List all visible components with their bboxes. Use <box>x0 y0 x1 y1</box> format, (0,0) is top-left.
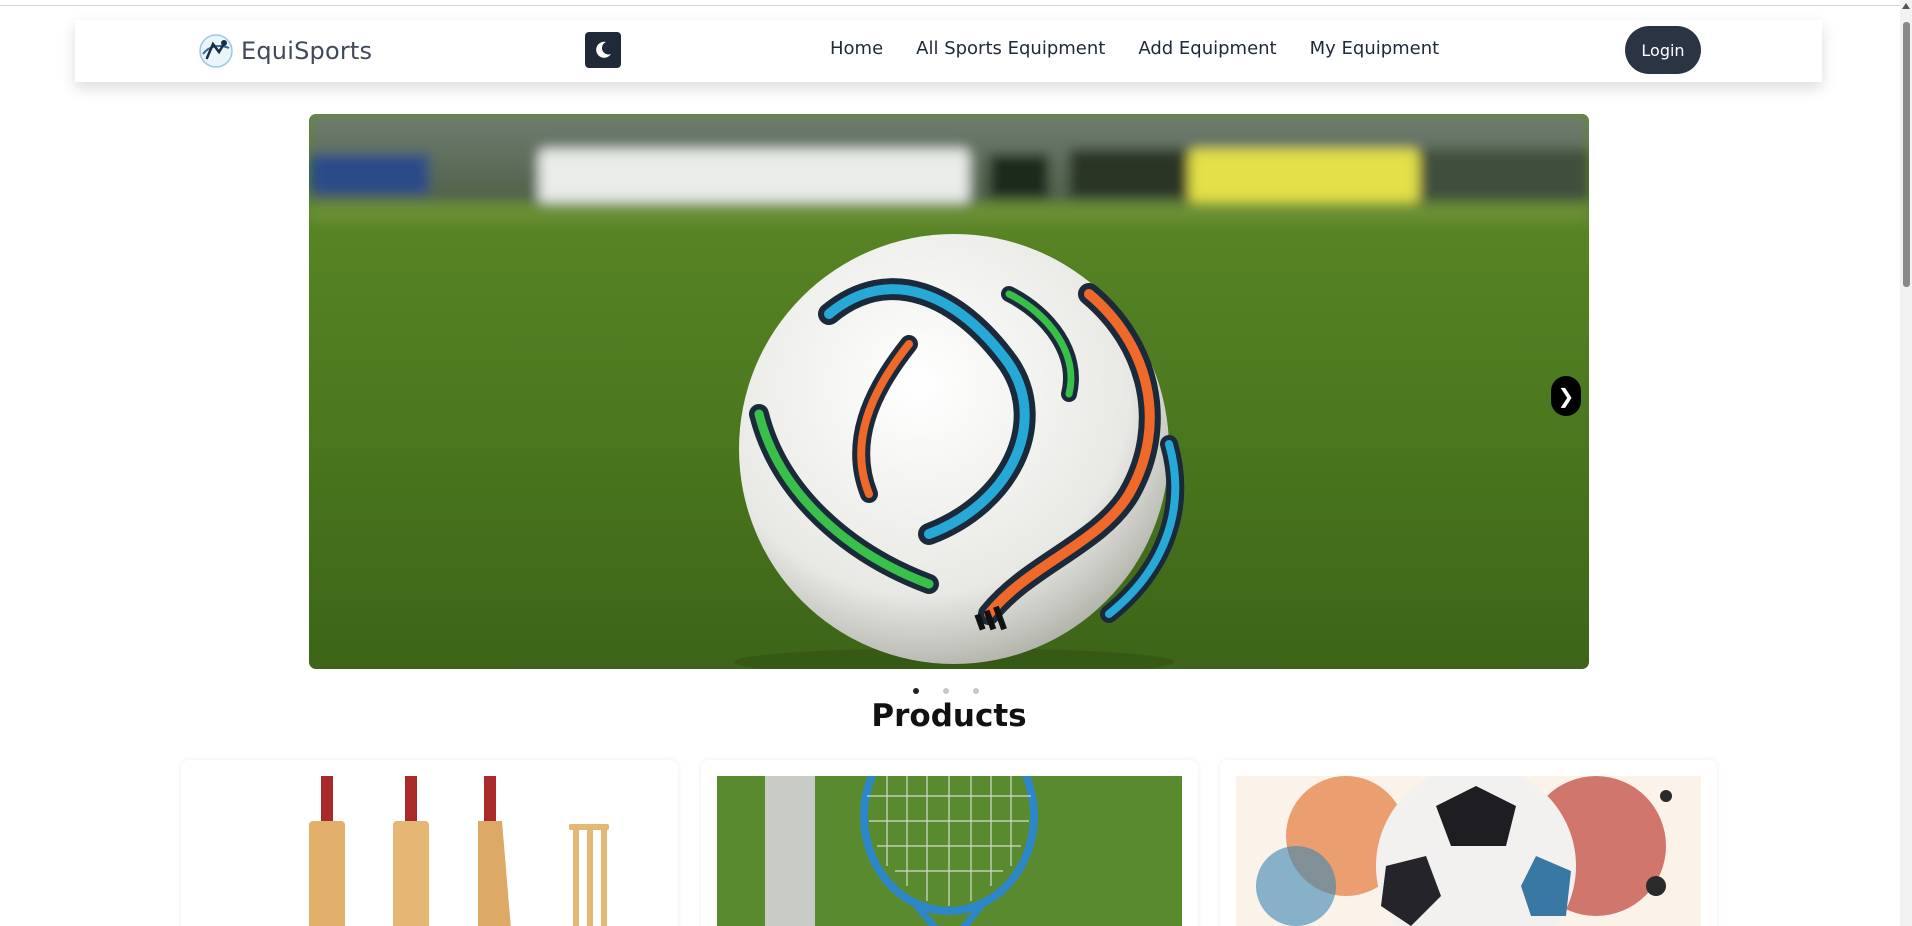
carousel-dot-1[interactable] <box>913 688 919 694</box>
carousel-dot-2[interactable] <box>943 688 949 694</box>
carousel-dot-3[interactable] <box>973 688 979 694</box>
login-button[interactable]: Login <box>1625 26 1701 74</box>
product-card-cricket[interactable] <box>181 760 678 926</box>
product-image-football <box>1236 776 1701 926</box>
window-top-edge <box>0 5 1900 6</box>
brand-name: EquiSports <box>241 37 373 65</box>
product-card-football[interactable] <box>1220 760 1717 926</box>
equisports-logo-icon <box>199 34 233 68</box>
product-card-tennis[interactable] <box>701 760 1198 926</box>
products-heading: Products <box>871 698 1027 734</box>
navbar: EquiSports Home All Sports Equipment Add… <box>75 20 1822 82</box>
nav-link-add-equipment[interactable]: Add Equipment <box>1138 38 1276 59</box>
nav-link-home[interactable]: Home <box>830 38 883 59</box>
page: EquiSports Home All Sports Equipment Add… <box>0 0 1912 926</box>
theme-toggle-button[interactable] <box>585 32 621 68</box>
scroll-up-arrow-icon[interactable] <box>1902 3 1910 9</box>
hero-slide-image <box>309 114 1589 669</box>
scrollbar-thumb[interactable] <box>1903 22 1910 287</box>
product-image-tennis <box>717 776 1182 926</box>
nav-link-all-sports-equipment[interactable]: All Sports Equipment <box>916 38 1105 59</box>
moon-icon <box>596 41 611 58</box>
page-scrollbar[interactable] <box>1900 0 1912 926</box>
nav-links: Home All Sports Equipment Add Equipment … <box>830 38 1472 59</box>
hero-carousel <box>309 114 1589 669</box>
carousel-next-button[interactable]: ❯ <box>1551 376 1581 416</box>
product-image-cricket <box>197 776 662 926</box>
nav-link-my-equipment[interactable]: My Equipment <box>1310 38 1440 59</box>
brand[interactable]: EquiSports <box>197 32 372 70</box>
carousel-indicators <box>913 688 979 694</box>
